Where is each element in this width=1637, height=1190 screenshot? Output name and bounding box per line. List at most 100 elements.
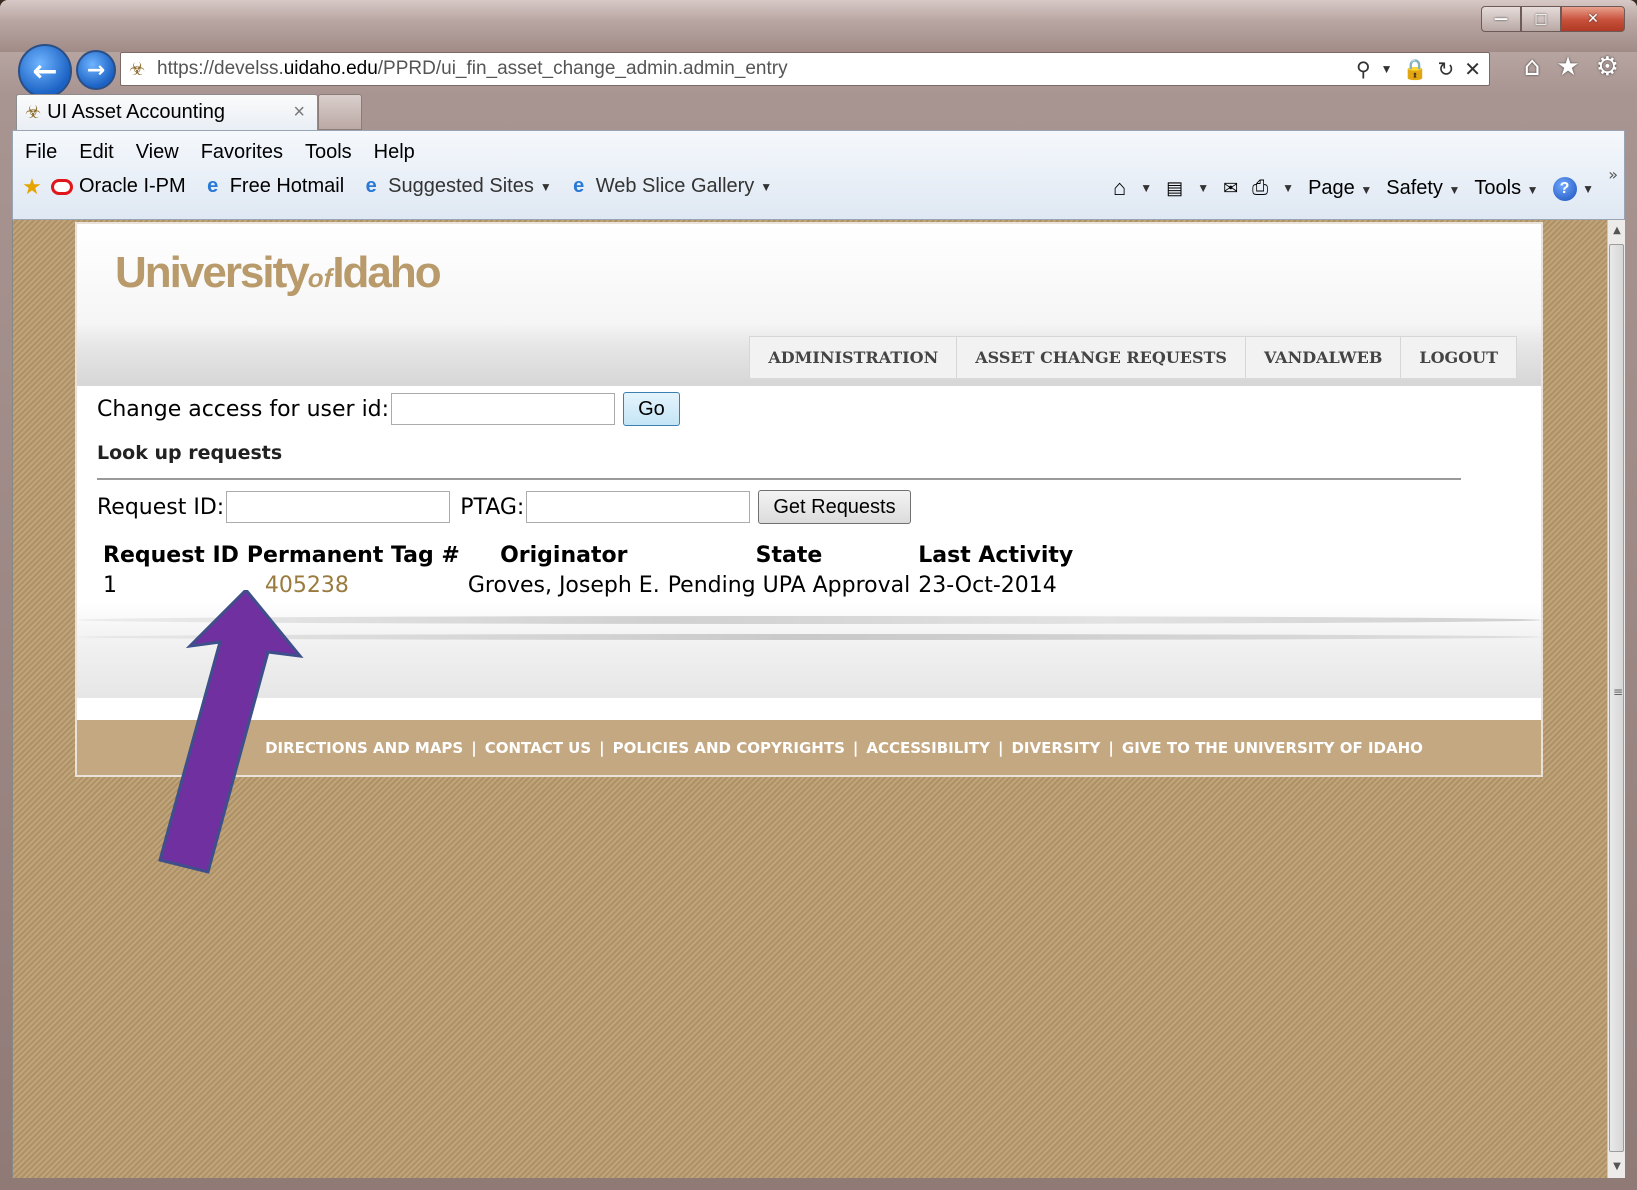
table-header-row: Request ID Permanent Tag # Originator St… <box>99 540 1077 570</box>
title-bar: — □ ✕ <box>0 0 1637 52</box>
tab-favicon-icon: ☣ <box>25 102 42 122</box>
home-icon[interactable]: ⌂ <box>1524 52 1541 82</box>
ptag-label: PTAG: <box>460 494 525 520</box>
browser-window: — □ ✕ ← → ☣ https:// develss. uidaho.edu… <box>0 0 1637 1190</box>
cell-originator: Groves, Joseph E. <box>467 572 660 598</box>
fav-web-slice-gallery[interactable]: e Web Slice Gallery ▼ <box>568 175 772 198</box>
chevron-right-icon[interactable]: » <box>1608 165 1618 184</box>
request-id-label: Request ID: <box>97 494 225 520</box>
address-bar[interactable]: ☣ https:// develss. uidaho.edu /PPRD/ui_… <box>120 52 1490 86</box>
nav-asset-change-requests[interactable]: ASSET CHANGE REQUESTS <box>957 337 1246 378</box>
address-tools: ⚲ ▼ 🔒 ↻ ✕ <box>1356 57 1481 82</box>
close-tab-icon[interactable]: × <box>293 101 305 124</box>
user-id-input[interactable] <box>391 393 616 425</box>
footer-link-accessibility[interactable]: ACCESSIBILITY <box>866 739 990 757</box>
footer-separator: | <box>1108 738 1114 757</box>
footer-link-contact[interactable]: CONTACT US <box>485 739 591 757</box>
change-access-label: Change access for user id: <box>97 396 390 422</box>
chevron-down-icon[interactable]: ▼ <box>1197 181 1209 195</box>
chevron-down-icon[interactable]: ▼ <box>1140 181 1152 195</box>
search-icon[interactable]: ⚲ <box>1356 57 1371 82</box>
close-window-icon[interactable]: ✕ <box>1561 6 1625 32</box>
maximize-icon[interactable]: □ <box>1521 6 1561 32</box>
read-mail-icon[interactable]: ✉ <box>1223 178 1238 199</box>
chevron-down-icon: ▼ <box>1360 182 1373 197</box>
lock-icon[interactable]: 🔒 <box>1403 57 1428 82</box>
url-scheme: https:// <box>157 58 215 79</box>
ptag-input[interactable] <box>526 491 751 523</box>
cmd-tools[interactable]: Tools ▼ <box>1474 177 1538 200</box>
get-requests-button[interactable]: Get Requests <box>758 490 911 524</box>
chevron-down-icon: ▼ <box>1448 182 1461 197</box>
university-of-idaho-logo[interactable]: UniversityofIdaho <box>115 248 442 298</box>
footer-link-give[interactable]: GIVE TO THE UNIVERSITY OF IDAHO <box>1122 739 1423 757</box>
chevron-down-icon[interactable]: ▼ <box>1282 181 1294 195</box>
url-domain: uidaho.edu <box>283 58 378 79</box>
site-favicon-icon: ☣ <box>129 59 146 79</box>
cmd-safety[interactable]: Safety ▼ <box>1386 177 1460 200</box>
ie-page-icon: e <box>207 175 219 197</box>
footer-link-policies[interactable]: POLICIES AND COPYRIGHTS <box>613 739 845 757</box>
menu-file[interactable]: File <box>25 141 57 164</box>
cmd-page-label: Page <box>1308 176 1355 199</box>
col-last-activity: Last Activity <box>918 542 1074 568</box>
home-icon[interactable]: ⌂ <box>1113 175 1126 201</box>
dropdown-icon[interactable]: ▼ <box>1381 57 1393 82</box>
browser-toolbars: File Edit View Favorites Tools Help ★ Or… <box>12 130 1625 220</box>
fav-label: Free Hotmail <box>229 175 345 197</box>
menu-bar: File Edit View Favorites Tools Help <box>25 141 415 164</box>
tab-ui-asset-accounting[interactable]: ☣ UI Asset Accounting × <box>16 94 318 130</box>
footer-link-diversity[interactable]: DIVERSITY <box>1011 739 1100 757</box>
fav-label: Suggested Sites <box>388 175 534 197</box>
vertical-scrollbar[interactable]: ▲ ≡ ▼ <box>1607 220 1625 1178</box>
favorites-star-icon[interactable]: ★ <box>21 174 43 199</box>
nav-vandalweb[interactable]: VANDALWEB <box>1246 337 1402 378</box>
scroll-thumb[interactable]: ≡ <box>1609 244 1624 1152</box>
nav-divider <box>77 380 1541 386</box>
minimize-icon[interactable]: — <box>1481 6 1521 32</box>
chevron-down-icon: ▼ <box>539 179 552 194</box>
stop-icon[interactable]: ✕ <box>1464 57 1481 82</box>
cmd-help[interactable]: ? ▼ <box>1552 176 1594 201</box>
menu-view[interactable]: View <box>136 141 179 164</box>
cmd-tools-label: Tools <box>1474 176 1522 199</box>
menu-favorites[interactable]: Favorites <box>201 141 283 164</box>
gear-icon[interactable]: ⚙ <box>1596 52 1619 82</box>
favorites-star-icon[interactable]: ★ <box>1556 52 1579 82</box>
menu-tools[interactable]: Tools <box>305 141 352 164</box>
lookup-requests-heading: Look up requests <box>97 442 283 464</box>
nav-administration[interactable]: ADMINISTRATION <box>750 337 958 378</box>
command-bar: ⌂ ▼ ▤ ▼ ✉ ⎙ ▼ Page ▼ Safety ▼ Tools ▼ ? … <box>1113 175 1594 201</box>
col-state: State <box>755 542 823 568</box>
nav-logout[interactable]: LOGOUT <box>1401 337 1517 378</box>
fav-free-hotmail[interactable]: e Free Hotmail <box>202 175 344 198</box>
back-button[interactable]: ← <box>18 44 72 98</box>
print-icon[interactable]: ⎙ <box>1252 177 1268 200</box>
cell-state: Pending UPA Approval <box>667 572 911 598</box>
request-id-input[interactable] <box>226 491 451 523</box>
forward-button[interactable]: → <box>76 50 116 90</box>
menu-edit[interactable]: Edit <box>79 141 113 164</box>
footer-separator: | <box>471 738 477 757</box>
scroll-down-icon[interactable]: ▼ <box>1608 1158 1626 1176</box>
ie-page-icon: e <box>573 175 585 197</box>
oracle-icon <box>51 178 73 195</box>
refresh-icon[interactable]: ↻ <box>1437 57 1454 82</box>
new-tab-button[interactable] <box>318 94 362 130</box>
cmd-page[interactable]: Page ▼ <box>1308 177 1372 200</box>
annotation-arrow-icon <box>158 590 304 874</box>
help-icon: ? <box>1552 176 1577 201</box>
logo-of: of <box>307 263 333 293</box>
fav-suggested-sites[interactable]: e Suggested Sites ▼ <box>360 175 552 198</box>
logo-idaho: Idaho <box>332 248 441 297</box>
col-originator: Originator <box>500 542 628 568</box>
rss-feed-icon[interactable]: ▤ <box>1166 178 1183 199</box>
fav-oracle-ipm[interactable]: Oracle I-PM <box>51 175 186 198</box>
menu-help[interactable]: Help <box>374 141 415 164</box>
top-navigation: ADMINISTRATION ASSET CHANGE REQUESTS VAN… <box>749 336 1517 378</box>
scroll-up-icon[interactable]: ▲ <box>1608 222 1626 240</box>
go-button[interactable]: Go <box>623 392 680 426</box>
ie-icon: e <box>365 175 377 197</box>
site-header: UniversityofIdaho ADMINISTRATION ASSET C… <box>77 224 1541 382</box>
grip-icon: ≡ <box>1613 685 1624 699</box>
